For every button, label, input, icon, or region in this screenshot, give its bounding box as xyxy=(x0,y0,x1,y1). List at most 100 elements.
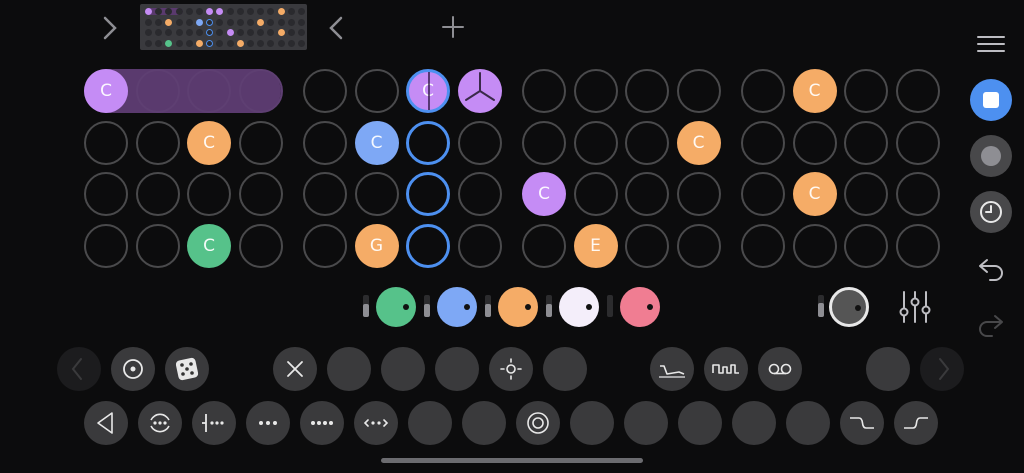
empty-button-11[interactable] xyxy=(732,401,776,445)
empty-button-8[interactable] xyxy=(570,401,614,445)
pad-r1-c12[interactable] xyxy=(676,69,721,113)
pad-r4-c14[interactable] xyxy=(792,224,837,268)
pad-r4-c4[interactable] xyxy=(238,224,283,268)
empty-button-9[interactable] xyxy=(624,401,668,445)
pad-r1-c1[interactable]: C xyxy=(84,69,128,113)
record-button[interactable] xyxy=(970,135,1012,177)
white-knob[interactable] xyxy=(559,287,599,327)
pad-r4-c9[interactable] xyxy=(522,224,566,268)
pad-r1-c10[interactable] xyxy=(573,69,618,113)
pad-r1-c15[interactable] xyxy=(844,69,888,113)
pad-r4-c11[interactable] xyxy=(625,224,669,268)
pad-r4-c7[interactable] xyxy=(406,224,450,268)
prev-page-button[interactable] xyxy=(57,347,101,391)
arrows-dots-button[interactable] xyxy=(354,401,398,445)
pad-r2-c1[interactable] xyxy=(84,121,128,165)
pad-r1-c14[interactable]: C xyxy=(792,69,837,113)
dice-button[interactable] xyxy=(165,347,209,391)
empty-button-1[interactable] xyxy=(327,347,371,391)
pad-r4-c12[interactable] xyxy=(676,224,721,268)
pad-r3-c10[interactable] xyxy=(573,172,618,216)
master-volume-knob[interactable] xyxy=(829,287,869,327)
pad-r3-c16[interactable] xyxy=(895,172,940,216)
pad-r1-c5[interactable] xyxy=(303,69,347,113)
pad-r2-c9[interactable] xyxy=(522,121,566,165)
step-down-button[interactable] xyxy=(840,401,884,445)
pad-r2-c10[interactable] xyxy=(573,121,618,165)
pad-r2-c14[interactable] xyxy=(792,121,837,165)
pad-r1-c7[interactable]: C xyxy=(406,69,450,113)
undo-button[interactable] xyxy=(976,254,1006,284)
pad-r1-c6[interactable] xyxy=(354,69,399,113)
blue-knob[interactable] xyxy=(437,287,477,327)
pad-r2-c7[interactable] xyxy=(406,121,450,165)
pad-r2-c16[interactable] xyxy=(895,121,940,165)
pad-r4-c3[interactable]: C xyxy=(187,224,231,268)
pad-r4-c10[interactable]: E xyxy=(573,224,618,268)
pad-r2-c3[interactable]: C xyxy=(187,121,231,165)
pad-r4-c1[interactable] xyxy=(84,224,128,268)
empty-button-12[interactable] xyxy=(786,401,830,445)
clock-button[interactable] xyxy=(970,191,1012,233)
envelope-button[interactable] xyxy=(650,347,694,391)
pad-r3-c2[interactable] xyxy=(135,172,180,216)
pad-r3-c8[interactable] xyxy=(457,172,502,216)
orange-slider[interactable] xyxy=(485,295,491,317)
pattern-overview[interactable] xyxy=(140,4,307,50)
green-knob[interactable] xyxy=(376,287,416,327)
pad-r2-c5[interactable] xyxy=(303,121,347,165)
tape-button[interactable] xyxy=(758,347,802,391)
back-button[interactable] xyxy=(324,14,348,42)
pad-r1-c16[interactable] xyxy=(895,69,940,113)
pad-r2-c12[interactable]: C xyxy=(676,121,721,165)
redo-button[interactable] xyxy=(976,310,1006,340)
pad-r2-c13[interactable] xyxy=(741,121,785,165)
pad-r2-c8[interactable] xyxy=(457,121,502,165)
pad-r3-c9[interactable]: C xyxy=(522,172,566,216)
three-dots-button[interactable] xyxy=(246,401,290,445)
blue-slider[interactable] xyxy=(424,295,430,317)
play-reverse-button[interactable] xyxy=(84,401,128,445)
pad-r2-c15[interactable] xyxy=(844,121,888,165)
pad-r1-c11[interactable] xyxy=(625,69,669,113)
pad-r1-c8[interactable] xyxy=(457,69,502,113)
pad-r1-c4[interactable] xyxy=(238,69,283,113)
pad-r1-c2[interactable] xyxy=(135,69,180,113)
pad-r3-c6[interactable] xyxy=(354,172,399,216)
target-button[interactable] xyxy=(111,347,155,391)
pad-r3-c7[interactable] xyxy=(406,172,450,216)
pad-r1-c3[interactable] xyxy=(187,69,231,113)
next-page-button[interactable] xyxy=(920,347,964,391)
white-slider[interactable] xyxy=(546,295,552,317)
add-pattern-button[interactable] xyxy=(440,14,466,40)
stop-button[interactable] xyxy=(970,79,1012,121)
pad-r4-c16[interactable] xyxy=(895,224,940,268)
pad-r2-c6[interactable]: C xyxy=(354,121,399,165)
pad-r1-c9[interactable] xyxy=(522,69,566,113)
clear-button[interactable] xyxy=(273,347,317,391)
pad-r3-c3[interactable] xyxy=(187,172,231,216)
forward-button[interactable] xyxy=(98,14,122,42)
waveform-button[interactable] xyxy=(704,347,748,391)
four-dots-button[interactable] xyxy=(300,401,344,445)
pad-r1-c13[interactable] xyxy=(741,69,785,113)
pad-r3-c15[interactable] xyxy=(844,172,888,216)
pad-r3-c4[interactable] xyxy=(238,172,283,216)
pink-knob[interactable] xyxy=(620,287,660,327)
pad-r4-c5[interactable] xyxy=(303,224,347,268)
menu-button[interactable] xyxy=(977,34,1005,54)
master-volume-slider[interactable] xyxy=(818,295,824,317)
start-marker-button[interactable] xyxy=(192,401,236,445)
orange-knob[interactable] xyxy=(498,287,538,327)
pad-r3-c13[interactable] xyxy=(741,172,785,216)
mixer-button[interactable] xyxy=(896,288,934,326)
pad-r4-c13[interactable] xyxy=(741,224,785,268)
pad-r4-c6[interactable]: G xyxy=(354,224,399,268)
empty-button-4[interactable] xyxy=(543,347,587,391)
pad-r4-c8[interactable] xyxy=(457,224,502,268)
empty-button-7[interactable] xyxy=(462,401,506,445)
empty-button-3[interactable] xyxy=(435,347,479,391)
pad-r2-c4[interactable] xyxy=(238,121,283,165)
pad-r3-c1[interactable] xyxy=(84,172,128,216)
empty-button-2[interactable] xyxy=(381,347,425,391)
